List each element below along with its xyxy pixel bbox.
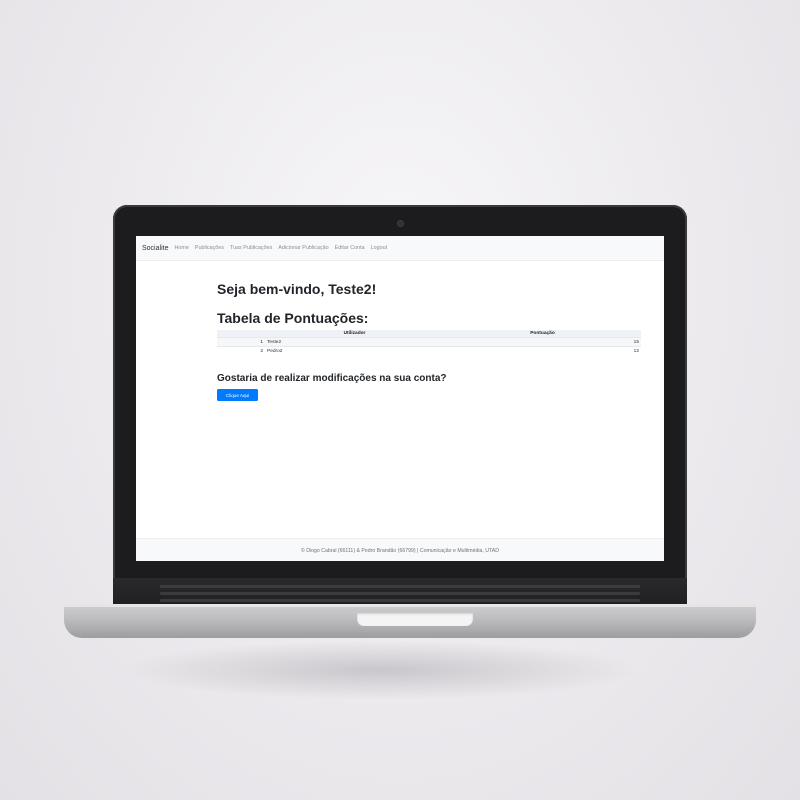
table-row: 1 Teste2 15 [217,337,641,347]
keyboard-row [160,585,640,588]
laptop-shadow [120,640,640,700]
cell-user: Pedro2 [265,346,444,355]
laptop-notch [357,613,473,626]
edit-account-button[interactable]: Clique Aqui [217,389,258,401]
nav-link-editar-conta[interactable]: Editar Conta [335,245,365,251]
cell-score: 15 [444,337,641,347]
footer-text: © Diogo Cabral (66111) & Pedro Brandão (… [300,547,500,554]
account-question: Gostaria de realizar modificações na sua… [217,373,447,384]
navbar-brand[interactable]: Socialite [142,245,168,252]
navbar: Socialite Home Publicações Tuas Publicaç… [136,236,664,261]
welcome-heading: Seja bem-vindo, Teste2! [217,281,377,297]
nav-link-adicionar-publicacao[interactable]: Adicionar Publicação [278,245,328,251]
cell-user: Teste2 [265,337,444,347]
keyboard-row [160,592,640,595]
cell-rank: 1 [217,337,265,347]
main-content: Seja bem-vindo, Teste2! Tabela de Pontua… [217,278,641,401]
nav-link-tuas-publicacoes[interactable]: Tuas Publicações [230,245,272,251]
page-footer: © Diogo Cabral (66111) & Pedro Brandão (… [136,538,664,561]
column-header-score: Pontuação [444,330,641,338]
browser-viewport: Socialite Home Publicações Tuas Publicaç… [136,236,664,561]
table-header-row: Utilizador Pontuação [217,330,641,338]
scores-table-title: Tabela de Pontuações: [217,310,369,326]
nav-link-publicacoes[interactable]: Publicações [195,245,224,251]
cell-rank: 2 [217,346,265,355]
column-header-rank [217,330,265,338]
column-header-user: Utilizador [265,330,444,338]
cell-score: 12 [444,346,641,355]
table-row: 2 Pedro2 12 [217,346,641,355]
nav-link-logout[interactable]: Logout [371,245,388,251]
keyboard-row [160,599,640,602]
webcam-icon [398,221,403,226]
laptop-base-edge [64,604,756,607]
scores-table: Utilizador Pontuação 1 Teste2 15 2 Pedro… [217,330,641,355]
nav-link-home[interactable]: Home [174,245,188,251]
